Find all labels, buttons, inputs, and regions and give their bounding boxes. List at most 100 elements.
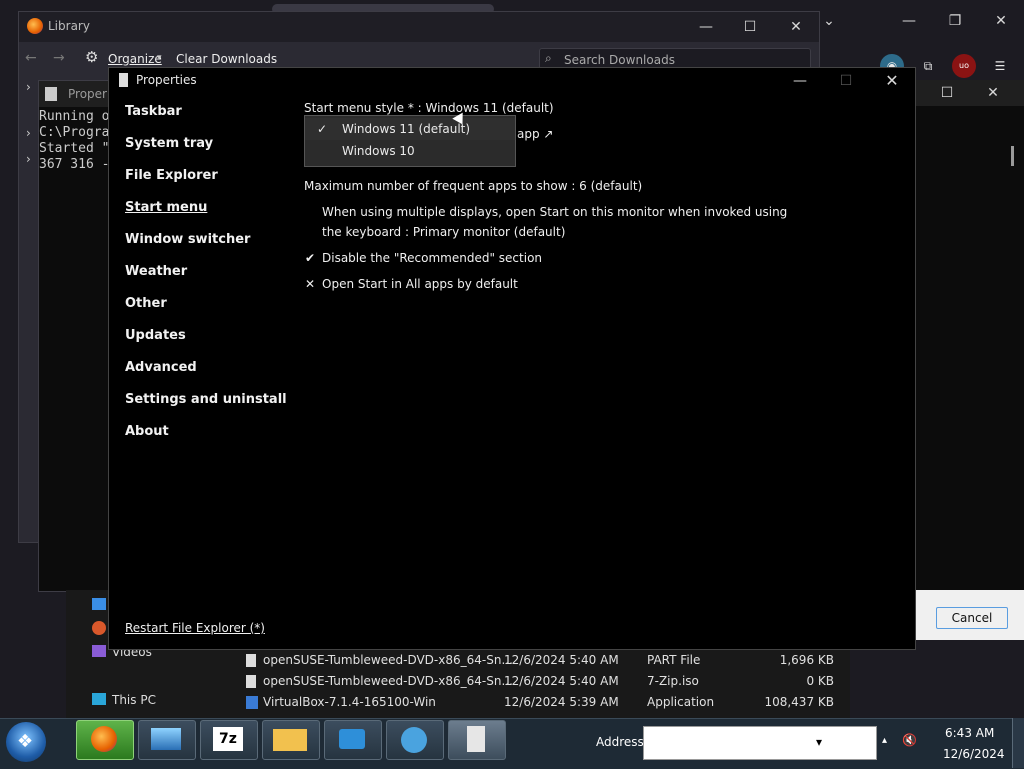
file-size: 1,696 KB: [779, 653, 834, 667]
extensions-icon[interactable]: ⧉: [916, 54, 940, 78]
console-title: Proper: [68, 87, 107, 101]
taskbar-app[interactable]: [324, 720, 382, 760]
folder-icon: [273, 729, 307, 751]
table-row[interactable]: VirtualBox-7.1.4-165100-Win 12/6/2024 5:…: [222, 692, 850, 713]
organize-menu[interactable]: Organize: [108, 52, 162, 66]
file-name: VirtualBox-7.1.4-165100-Win: [263, 695, 436, 709]
clear-downloads-button[interactable]: Clear Downloads: [176, 52, 277, 66]
file-type: PART File: [647, 653, 701, 667]
maximize-icon[interactable]: ☐: [924, 78, 970, 108]
windows-logo-icon: ❖: [17, 731, 34, 752]
category-start-menu[interactable]: Start menu: [125, 200, 207, 215]
app-link[interactable]: app ↗: [517, 127, 553, 141]
properties-title: Properties: [136, 73, 197, 87]
search-icon: ⌕: [545, 51, 552, 65]
category-system-tray[interactable]: System tray: [125, 136, 213, 151]
properties-minimize-button[interactable]: —: [777, 66, 823, 96]
firefox-icon: [91, 726, 117, 752]
file-size: 108,437 KB: [764, 695, 834, 709]
taskbar-photos[interactable]: [138, 720, 196, 760]
address-input[interactable]: ▾: [643, 726, 877, 760]
multi-display-setting-line2[interactable]: the keyboard : Primary monitor (default): [322, 225, 565, 239]
taskbar-properties[interactable]: [448, 720, 506, 760]
pictures-icon: [92, 598, 106, 610]
taskbar-7zip[interactable]: 7z: [200, 720, 258, 760]
expand-arrow-icon[interactable]: ›: [26, 152, 31, 166]
category-weather[interactable]: Weather: [125, 264, 187, 279]
category-advanced[interactable]: Advanced: [125, 360, 197, 375]
taskbar-file-explorer[interactable]: [262, 720, 320, 760]
library-title: Library: [48, 19, 90, 33]
file-icon: [246, 654, 256, 667]
category-file-explorer[interactable]: File Explorer: [125, 168, 218, 183]
library-minimize-button[interactable]: —: [683, 12, 729, 42]
clock-time[interactable]: 6:43 AM: [945, 726, 994, 740]
dropdown-option-windows-11[interactable]: ✓ Windows 11 (default): [305, 118, 515, 140]
console-line: Running o: [39, 109, 110, 124]
properties-dialog: Properties — ☐ ✕ Taskbar System tray Fil…: [108, 67, 916, 650]
console-line: Started ": [39, 141, 110, 156]
clock-date[interactable]: 12/6/2024: [943, 747, 1005, 761]
forward-icon[interactable]: →: [53, 50, 65, 66]
properties-maximize-button: ☐: [839, 73, 853, 89]
volume-muted-icon[interactable]: 🔇: [902, 733, 917, 747]
scrollbar-thumb[interactable]: [1011, 146, 1014, 166]
open-all-apps-option[interactable]: Open Start in All apps by default: [322, 277, 518, 291]
library-close-button[interactable]: ✕: [773, 12, 819, 42]
properties-close-button[interactable]: ✕: [869, 66, 915, 96]
category-settings-and-uninstall[interactable]: Settings and uninstall: [125, 392, 287, 407]
show-desktop-button[interactable]: [1012, 718, 1024, 768]
cancel-button[interactable]: Cancel: [936, 607, 1008, 629]
category-updates[interactable]: Updates: [125, 328, 186, 343]
virtualbox-icon: [246, 696, 258, 709]
back-icon[interactable]: ←: [25, 50, 37, 66]
file-name: openSUSE-Tumbleweed-DVD-x86_64-Sn...: [263, 674, 513, 688]
start-menu-style-dropdown[interactable]: ✓ Windows 11 (default) Windows 10: [304, 115, 516, 167]
file-name: openSUSE-Tumbleweed-DVD-x86_64-Sn...: [263, 653, 513, 667]
category-taskbar[interactable]: Taskbar: [125, 104, 182, 119]
chevron-down-icon[interactable]: ▾: [816, 735, 822, 749]
taskbar-firefox[interactable]: [76, 720, 134, 760]
gear-icon[interactable]: ⚙: [85, 48, 98, 66]
library-maximize-button[interactable]: ☐: [727, 12, 773, 42]
category-window-switcher[interactable]: Window switcher: [125, 232, 250, 247]
start-menu-style-setting[interactable]: Start menu style * : Windows 11 (default…: [304, 101, 554, 115]
library-titlebar: Library — ☐ ✕: [19, 12, 819, 42]
expand-arrow-icon[interactable]: ›: [26, 80, 31, 94]
nav-item-this-pc[interactable]: This PC: [112, 693, 156, 707]
file-size: 0 KB: [806, 674, 834, 688]
file-date: 12/6/2024 5:40 AM: [504, 674, 619, 688]
selected-check-icon: ✓: [317, 122, 328, 136]
taskbar-disc-app[interactable]: [386, 720, 444, 760]
multi-display-setting-line1[interactable]: When using multiple displays, open Start…: [322, 205, 787, 219]
properties-app-icon: [119, 73, 128, 87]
table-row[interactable]: openSUSE-Tumbleweed-DVD-x86_64-Sn... 12/…: [222, 671, 850, 692]
music-icon: [92, 621, 106, 635]
menu-icon[interactable]: ☰: [988, 54, 1012, 78]
category-other[interactable]: Other: [125, 296, 167, 311]
table-row[interactable]: openSUSE-Tumbleweed-DVD-x86_64-Sn... 12/…: [222, 650, 850, 671]
firefox-icon: [27, 18, 43, 34]
close-icon[interactable]: ✕: [970, 78, 1016, 108]
file-icon: [246, 675, 256, 688]
chevron-down-icon: ▾: [157, 53, 162, 63]
restart-file-explorer-link[interactable]: Restart File Explorer (*): [125, 621, 265, 635]
browser-close-button[interactable]: ✕: [978, 6, 1024, 36]
browser-maximize-button[interactable]: ❐: [932, 6, 978, 36]
expand-arrow-icon[interactable]: ›: [26, 126, 31, 140]
background-window-right: ☐ ✕: [914, 80, 1024, 640]
console-line: C:\Progra: [39, 125, 110, 140]
max-frequent-apps-setting[interactable]: Maximum number of frequent apps to show …: [304, 179, 642, 193]
category-about[interactable]: About: [125, 424, 169, 439]
ublock-icon[interactable]: uo: [952, 54, 976, 78]
start-button[interactable]: ❖: [6, 722, 46, 762]
dropdown-option-windows-10[interactable]: Windows 10: [305, 140, 515, 162]
7zip-icon: 7z: [213, 727, 243, 751]
background-window-titlebar: ☐ ✕: [914, 80, 1024, 106]
properties-titlebar: Properties — ☐ ✕: [109, 68, 915, 94]
file-type: Application: [647, 695, 715, 709]
browser-minimize-button[interactable]: —: [886, 6, 932, 36]
disable-recommended-option[interactable]: Disable the "Recommended" section: [322, 251, 542, 265]
show-hidden-icons-button[interactable]: ▴: [882, 735, 887, 746]
console-icon: [45, 87, 57, 101]
